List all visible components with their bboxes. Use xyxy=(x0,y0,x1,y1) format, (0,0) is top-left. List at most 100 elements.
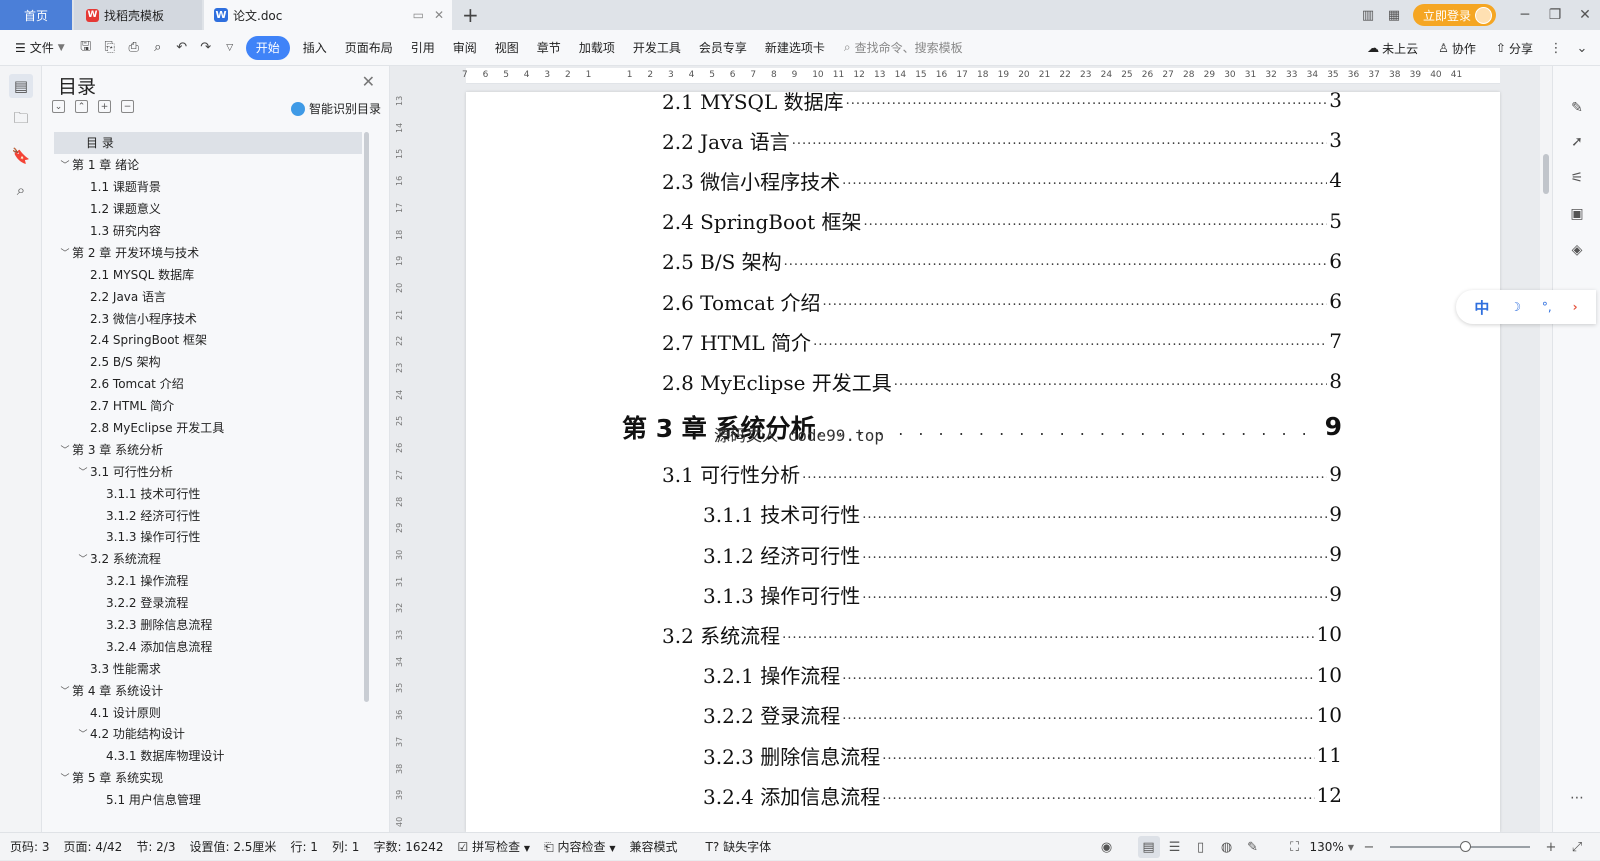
tab-template[interactable]: W 找稻壳模板 xyxy=(74,0,202,30)
redo-icon[interactable]: ↷ xyxy=(194,36,218,60)
toc-item[interactable]: 1.3 研究内容 xyxy=(54,220,362,242)
reading-view-icon[interactable]: ▯ xyxy=(1190,836,1212,858)
toc-entry[interactable]: 3.2.4 添加信息流程............................… xyxy=(703,775,1342,815)
toc-item[interactable]: 3.2.3 删除信息流程 xyxy=(54,614,362,636)
chevron-down-icon[interactable]: ﹀ xyxy=(58,771,72,784)
ribbon-tab[interactable]: 开发工具 xyxy=(624,36,690,60)
page-view-icon[interactable]: ▤ xyxy=(1137,836,1160,858)
toc-entry[interactable]: 2.5 B/S 架构..............................… xyxy=(662,241,1342,281)
toc-close-icon[interactable]: ✕ xyxy=(362,72,375,91)
ribbon-tab[interactable]: 审阅 xyxy=(444,36,486,60)
image-tool-icon[interactable]: ▣ xyxy=(1565,202,1589,226)
toc-entry[interactable]: 2.1 MYSQL 数据库...........................… xyxy=(662,92,1342,120)
toc-nav-icon[interactable]: ▤ xyxy=(9,74,33,98)
zoom-level[interactable]: 130% xyxy=(1310,840,1344,854)
toc-item[interactable]: ﹀ 4.2 功能结构设计 xyxy=(54,723,362,745)
pen-icon[interactable]: ✎ xyxy=(1565,96,1589,120)
chevron-down-icon[interactable]: ﹀ xyxy=(76,552,90,565)
toc-item[interactable]: 4.1 设计原则 xyxy=(54,701,362,723)
toc-item[interactable]: 2.4 SpringBoot 框架 xyxy=(54,329,362,351)
toc-item[interactable]: 3.1.1 技术可行性 xyxy=(54,482,362,504)
toc-entry[interactable]: 3.2.1 操作流程..............................… xyxy=(703,655,1342,695)
file-menu[interactable]: ☰ 文件 ▼ xyxy=(6,36,74,60)
toc-item[interactable]: 3.2.2 登录流程 xyxy=(54,592,362,614)
document-scrollbar[interactable] xyxy=(1540,66,1552,832)
toc-item[interactable]: ﹀ 第 3 章 系统分析 xyxy=(54,438,362,460)
toc-item[interactable]: 2.3 微信小程序技术 xyxy=(54,307,362,329)
content-check-button[interactable]: ⎗ 内容检查 ▼ xyxy=(537,838,622,855)
tab-popout-icon[interactable]: ▭ xyxy=(413,8,424,22)
quick-access-dropdown-icon[interactable]: ▽ xyxy=(218,36,242,60)
eye-protection-icon[interactable]: ◉ xyxy=(1096,836,1118,858)
bookmark-icon[interactable]: 🔖 xyxy=(9,144,33,168)
horizontal-ruler[interactable]: 7 6 5 4 3 2 1 1 2 3 4 5 6 7 8 9 10 11 12 13 14 15 16 17 18 19 20 21… xyxy=(462,68,1500,84)
ribbon-tab[interactable]: 页面布局 xyxy=(336,36,402,60)
ime-expand-icon[interactable]: › xyxy=(1573,300,1578,314)
undo-icon[interactable]: ↶ xyxy=(170,36,194,60)
toc-entry[interactable]: 3.1.3 操作可行性.............................… xyxy=(703,574,1342,614)
ribbon-tab[interactable]: 引用 xyxy=(402,36,444,60)
toc-entry[interactable]: 3.2.2 登录流程..............................… xyxy=(703,695,1342,735)
chevron-down-icon[interactable]: ﹀ xyxy=(76,465,90,478)
status-word-count[interactable]: 字数: 16242 xyxy=(366,838,450,855)
toc-item[interactable]: ﹀ 第 5 章 系统实现 xyxy=(54,767,362,789)
adjust-sliders-icon[interactable]: ⚟ xyxy=(1565,166,1589,190)
export-pdf-icon[interactable]: ⎘ xyxy=(98,36,122,60)
toc-item[interactable]: 2.6 Tomcat 介绍 xyxy=(54,373,362,395)
toc-entry[interactable]: 3.2.3 删除信息流程............................… xyxy=(703,735,1342,775)
web-view-icon[interactable]: ◍ xyxy=(1216,836,1238,858)
fit-page-icon[interactable]: ⛶ xyxy=(1284,836,1306,858)
minimize-icon[interactable]: ─ xyxy=(1510,0,1540,30)
toc-item[interactable]: ﹀ 第 4 章 系统设计 xyxy=(54,679,362,701)
zoom-slider-knob[interactable] xyxy=(1460,841,1471,852)
chevron-down-icon[interactable]: ﹀ xyxy=(58,158,72,171)
location-icon[interactable]: ◈ xyxy=(1565,238,1589,262)
ime-chinese-mode[interactable]: 中 xyxy=(1474,297,1489,318)
toc-item[interactable]: 2.5 B/S 架构 xyxy=(54,351,362,373)
toc-entry[interactable]: 2.3 微信小程序技术.............................… xyxy=(662,160,1342,200)
toc-entry[interactable]: 2.6 Tomcat 介绍...........................… xyxy=(662,281,1342,321)
collaborate-button[interactable]: ♙ 协作 xyxy=(1429,36,1485,60)
status-page[interactable]: 页面: 4/42 xyxy=(57,838,130,855)
ribbon-tab[interactable]: 插入 xyxy=(294,36,336,60)
share-button[interactable]: ⇧ 分享 xyxy=(1487,36,1542,60)
toc-item[interactable]: ﹀ 第 1 章 绪论 xyxy=(54,154,362,176)
toc-item[interactable]: 3.2.4 添加信息流程 xyxy=(54,635,362,657)
toc-item[interactable]: 3.1.2 经济可行性 xyxy=(54,504,362,526)
new-tab-button[interactable]: + xyxy=(462,3,479,27)
chevron-down-icon[interactable]: ▼ xyxy=(1348,843,1354,852)
toc-entry[interactable]: 2.7 HTML 简介.............................… xyxy=(662,321,1342,361)
toc-entry[interactable]: 3.1 可行性分析...............................… xyxy=(662,454,1342,494)
toc-add-icon[interactable]: + xyxy=(98,100,111,113)
ribbon-tab[interactable]: 新建选项卡 xyxy=(756,36,834,60)
print-preview-icon[interactable]: ⌕ xyxy=(146,36,170,60)
collapse-ribbon-icon[interactable]: ⌄ xyxy=(1570,36,1594,60)
select-cursor-icon[interactable]: ➚ xyxy=(1565,130,1589,154)
ribbon-tab[interactable]: 开始 xyxy=(245,35,290,60)
login-button[interactable]: 立即登录 xyxy=(1412,4,1496,26)
close-window-icon[interactable]: ✕ xyxy=(1570,0,1600,30)
toc-item[interactable]: 2.2 Java 语言 xyxy=(54,285,362,307)
ribbon-tab[interactable]: 章节 xyxy=(528,36,570,60)
toc-item[interactable]: 2.7 HTML 简介 xyxy=(54,395,362,417)
write-mode-icon[interactable]: ✎ xyxy=(1242,836,1264,858)
toc-item[interactable]: 3.1.3 操作可行性 xyxy=(54,526,362,548)
chevron-down-icon[interactable]: ﹀ xyxy=(58,246,72,259)
toc-item[interactable]: ﹀ 3.1 可行性分析 xyxy=(54,460,362,482)
toc-item[interactable]: 目 录 xyxy=(54,132,362,154)
chapter-nav-icon[interactable]: 🗀 xyxy=(9,108,33,132)
zoom-slider[interactable] xyxy=(1390,841,1530,852)
tab-document[interactable]: W 论文.doc ▭ ✕ xyxy=(204,0,452,30)
command-search[interactable]: ⌕ 查找命令、搜索模板 xyxy=(844,39,963,56)
toc-item[interactable]: 2.8 MyEclipse 开发工具 xyxy=(54,417,362,439)
more-dots-icon[interactable]: ⋯ xyxy=(1565,786,1589,810)
zoom-in-icon[interactable]: + xyxy=(1540,836,1562,858)
toc-expand-all-icon[interactable]: ⌄ xyxy=(52,100,65,113)
toc-entry[interactable]: 3.1.2 经济可行性.............................… xyxy=(703,534,1342,574)
toc-item[interactable]: 3.2.1 操作流程 xyxy=(54,570,362,592)
toc-remove-icon[interactable]: − xyxy=(121,100,134,113)
toc-entry[interactable]: 2.4 SpringBoot 框架.......................… xyxy=(662,201,1342,241)
missing-font-button[interactable]: T? 缺失字体 xyxy=(699,838,779,855)
ime-punctuation-icon[interactable]: °, xyxy=(1542,300,1552,314)
chevron-down-icon[interactable]: ﹀ xyxy=(58,443,72,456)
